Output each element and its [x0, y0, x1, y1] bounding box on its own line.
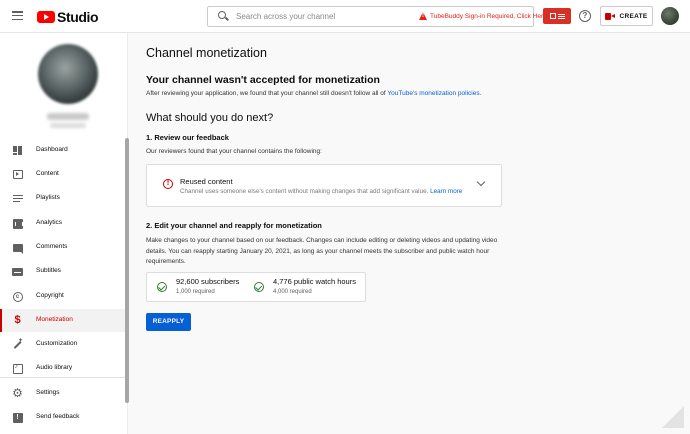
search-icon: [214, 6, 234, 27]
youtube-logo-icon: [37, 10, 55, 23]
tubebuddy-box-icon: [549, 13, 556, 19]
channel-avatar[interactable]: [38, 44, 98, 104]
tubebuddy-signin-link[interactable]: TubeBuddy Sign-in Required, Click Here: [419, 12, 547, 20]
feedback-description: Channel uses someone else's content with…: [180, 188, 429, 195]
sidebar-item-comments[interactable]: Comments: [0, 236, 126, 259]
sidebar-item-label: Customization: [36, 340, 78, 347]
comments-icon: [12, 242, 23, 254]
step2-description: Make changes to your channel based on ou…: [146, 237, 498, 265]
step1-title: 1. Review our feedback: [146, 133, 229, 142]
feedback-card[interactable]: ! Reused content Channel uses someone el…: [146, 164, 502, 207]
learn-more-link[interactable]: Learn more: [430, 188, 462, 195]
subtitles-icon: [12, 266, 23, 277]
status-heading: Your channel wasn't accepted for monetiz…: [146, 74, 380, 86]
account-avatar[interactable]: [661, 7, 679, 25]
tubebuddy-list-icon: [557, 13, 565, 20]
sidebar-item-label: Analytics: [36, 219, 63, 226]
settings-icon: ⚙: [12, 386, 23, 400]
sidebar-item-label: Dashboard: [36, 146, 68, 153]
sidebar-item-subtitles[interactable]: Subtitles: [0, 260, 126, 283]
channel-handle-blurred: [50, 123, 86, 128]
chevron-down-icon[interactable]: [476, 177, 486, 187]
sidebar-item-dashboard[interactable]: Dashboard: [0, 139, 126, 162]
requirement-threshold: 1,000 required: [176, 289, 215, 295]
status-description-text: After reviewing your application, we fou…: [146, 90, 388, 97]
sidebar-item-label: Send feedback: [36, 413, 80, 420]
sidebar: Dashboard Content Playlists Analytics Co…: [0, 33, 129, 434]
help-icon[interactable]: ?: [579, 10, 591, 22]
content-icon: [12, 169, 23, 180]
sidebar-item-copyright[interactable]: c Copyright: [0, 285, 126, 308]
error-icon: !: [163, 179, 173, 189]
step2-title: 2. Edit your channel and reapply for mon…: [146, 221, 322, 230]
sidebar-scrollbar[interactable]: [125, 138, 129, 403]
requirement-threshold: 4,000 required: [273, 289, 312, 295]
check-circle-icon: [157, 282, 167, 292]
video-camera-icon: [605, 12, 616, 20]
sidebar-item-label: Subtitles: [36, 267, 61, 274]
requirement-value: 4,776 public watch hours: [273, 277, 356, 286]
feedback-text: Channel uses someone else's content with…: [180, 188, 462, 195]
top-bar: Studio TubeBuddy Sign-in Required, Click…: [0, 0, 690, 33]
search-input[interactable]: [236, 12, 416, 21]
analytics-icon: [12, 218, 23, 229]
sidebar-item-send-feedback[interactable]: ! Send feedback: [0, 406, 126, 429]
customization-icon: [12, 337, 23, 350]
feedback-title: Reused content: [180, 177, 233, 186]
playlists-icon: [12, 193, 23, 204]
page-corner-icon: [662, 406, 684, 428]
tubebuddy-warning-text: TubeBuddy Sign-in Required, Click Here: [430, 12, 547, 20]
menu-icon[interactable]: [12, 11, 23, 21]
sidebar-item-label: Monetization: [36, 316, 73, 323]
audio-library-icon: [12, 363, 23, 374]
monetization-policies-link[interactable]: YouTube's monetization policies.: [387, 90, 481, 97]
sidebar-item-label: Audio library: [36, 364, 73, 371]
monetization-icon: $: [14, 314, 21, 326]
sidebar-item-label: Settings: [36, 389, 60, 396]
requirement-value: 92,600 subscribers: [176, 277, 240, 286]
page-title: Channel monetization: [146, 46, 267, 60]
sidebar-item-label: Comments: [36, 243, 68, 250]
sidebar-item-label: Copyright: [36, 292, 64, 299]
sidebar-item-label: Content: [36, 170, 59, 177]
copyright-icon: c: [12, 291, 23, 302]
check-circle-icon: [254, 282, 264, 292]
channel-name-blurred: [47, 113, 89, 120]
sidebar-item-content[interactable]: Content: [0, 163, 126, 186]
sidebar-item-label: Playlists: [36, 194, 60, 201]
warning-icon: [419, 12, 428, 20]
step1-description: Our reviewers found that your channel co…: [146, 148, 322, 155]
sidebar-item-analytics[interactable]: Analytics: [0, 212, 126, 235]
create-button[interactable]: CREATE: [600, 6, 653, 26]
reapply-button[interactable]: REAPPLY: [146, 313, 191, 331]
tubebuddy-menu-button[interactable]: [543, 8, 571, 24]
next-steps-heading: What should you do next?: [146, 112, 274, 124]
sidebar-divider: [0, 377, 127, 378]
sidebar-item-playlists[interactable]: Playlists: [0, 187, 126, 210]
sidebar-item-monetization[interactable]: $ Monetization: [0, 309, 126, 332]
sidebar-item-settings[interactable]: ⚙ Settings: [0, 382, 126, 405]
send-feedback-icon: !: [12, 412, 23, 423]
create-label: CREATE: [619, 12, 648, 20]
logo-text: Studio: [57, 8, 99, 25]
status-description: After reviewing your application, we fou…: [146, 90, 481, 97]
sidebar-item-customization[interactable]: Customization: [0, 333, 126, 356]
dashboard-icon: [12, 145, 23, 156]
studio-logo[interactable]: Studio: [37, 8, 99, 25]
requirements-card: 92,600 subscribers 1,000 required 4,776 …: [146, 272, 366, 302]
